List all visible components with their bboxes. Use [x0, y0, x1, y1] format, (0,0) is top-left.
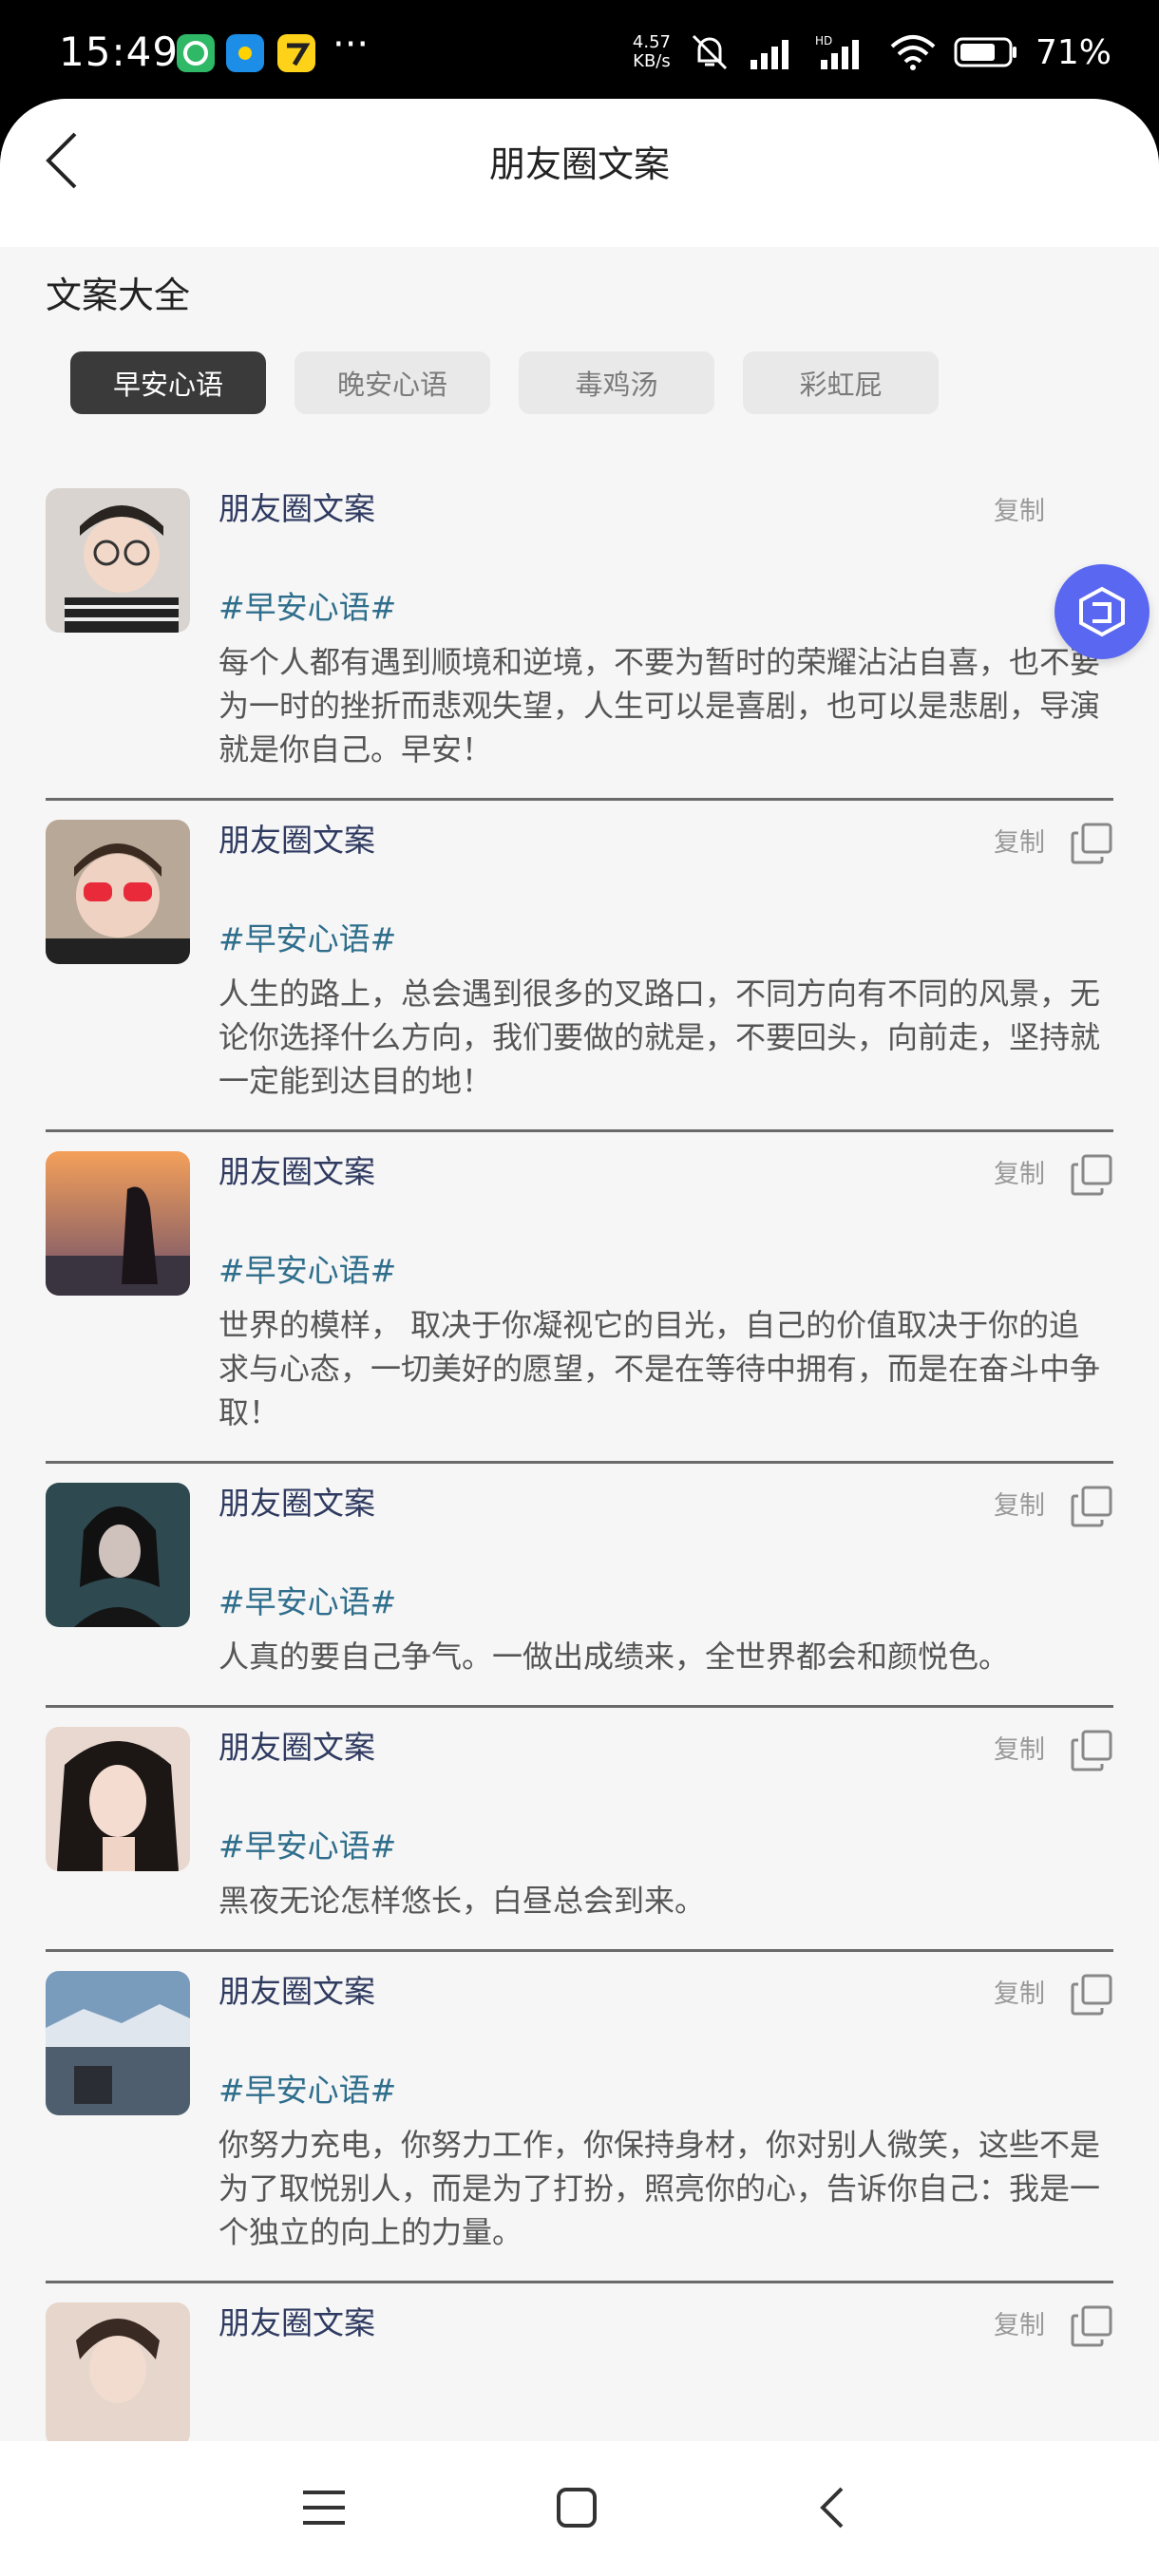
- copy-button[interactable]: 复制: [994, 490, 1045, 527]
- quote-list: 复制 朋友圈文案 #早安心语# 每个人都有遇到顺境和逆境，不要为暂时的荣耀沾沾自…: [0, 469, 1159, 2441]
- wifi-icon: [890, 35, 936, 70]
- copy-button[interactable]: 复制: [994, 2304, 1045, 2341]
- tab-rainbow[interactable]: 彩虹屁: [743, 351, 939, 414]
- item-text: 你努力充电，你努力工作，你保持身材，你对别人微笑，这些不是为了取悦别人，而是为了…: [218, 2127, 1101, 2250]
- section-title: 文案大全: [46, 275, 191, 316]
- list-item: 复制 朋友圈文案 #早安心语# 人真的要自己争气。一做出成绩来，全世界都会和颜悦…: [46, 1464, 1113, 1708]
- item-text: 人真的要自己争气。一做出成绩来，全世界都会和颜悦色。: [218, 1638, 1010, 1675]
- wechat-notification-icon: [177, 34, 215, 72]
- app-screen: 朋友圈文案 文案大全 早安心语 晚安心语 毒鸡汤 彩虹屁 复制 朋友圈文案 #早…: [0, 99, 1159, 2441]
- nav-home-button[interactable]: [534, 2470, 619, 2546]
- status-right-group: 4.57 KB/s HD 71%: [633, 30, 1112, 74]
- battery-percent: 71%: [1035, 32, 1112, 72]
- item-text: 黑夜无论怎样悠长，白昼总会到来。: [218, 1883, 706, 1919]
- item-tag: #早安心语#: [218, 2072, 397, 2109]
- network-speed-unit: KB/s: [633, 51, 671, 71]
- list-item: 复制 朋友圈文案 #早安心语# 人生的路上，总会遇到很多的叉路口，不同方向有不同…: [46, 801, 1113, 1132]
- status-bar: 15:49 ··· 4.57 KB/s HD 71%: [0, 0, 1159, 106]
- svg-text:HD: HD: [815, 34, 832, 47]
- copy-icon[interactable]: [1070, 1729, 1113, 1772]
- app-notification-icon: [226, 34, 264, 72]
- avatar: [46, 1151, 190, 1296]
- item-content: 朋友圈文案 #早安心语# 人生的路上，总会遇到很多的叉路口，不同方向有不同的风景…: [218, 801, 1113, 1103]
- copy-icon[interactable]: [1070, 1973, 1113, 2017]
- battery-icon: [954, 37, 1016, 67]
- page-title: 朋友圈文案: [488, 143, 670, 185]
- item-content: 朋友圈文案: [218, 2283, 1113, 2441]
- avatar: [46, 1971, 190, 2115]
- item-author: 朋友圈文案: [218, 2304, 375, 2341]
- more-notifications-icon: ···: [332, 23, 370, 66]
- network-speed-value: 4.57: [632, 32, 671, 52]
- copy-button[interactable]: 复制: [994, 1153, 1045, 1190]
- copy-icon[interactable]: [1070, 1485, 1113, 1528]
- nav-menu-button[interactable]: [281, 2470, 367, 2546]
- list-item: 复制 朋友圈文案 #早安心语# 世界的模样， 取决于你凝视它的目光，自己的价值取…: [46, 1132, 1113, 1464]
- copy-button[interactable]: 复制: [994, 1485, 1045, 1522]
- status-time: 15:49: [59, 28, 180, 75]
- list-item: 复制 朋友圈文案 #早安心语# 每个人都有遇到顺境和逆境，不要为暂时的荣耀沾沾自…: [46, 469, 1113, 801]
- item-content: 朋友圈文案 #早安心语# 黑夜无论怎样悠长，白昼总会到来。: [218, 1708, 1113, 1923]
- system-nav-bar: [0, 2441, 1159, 2576]
- item-tag: #早安心语#: [218, 920, 397, 957]
- copy-icon[interactable]: [1070, 1153, 1113, 1197]
- tab-night[interactable]: 晚安心语: [294, 351, 490, 414]
- item-content: 朋友圈文案 #早安心语# 你努力充电，你努力工作，你保持身材，你对别人微笑，这些…: [218, 1952, 1113, 2254]
- item-text: 每个人都有遇到顺境和逆境，不要为暂时的荣耀沾沾自喜，也不要为一时的挫折而悲观失望…: [218, 644, 1101, 767]
- copy-button[interactable]: 复制: [994, 1973, 1045, 2010]
- copy-button[interactable]: 复制: [994, 822, 1045, 859]
- signal-icon: [750, 40, 788, 69]
- avatar: [46, 488, 190, 633]
- item-author: 朋友圈文案: [218, 822, 375, 859]
- home-square-icon: [557, 2488, 597, 2528]
- item-text: 人生的路上，总会遇到很多的叉路口，不同方向有不同的风景，无论你选择什么方向，我们…: [218, 975, 1101, 1099]
- avatar: [46, 2302, 190, 2441]
- item-author: 朋友圈文案: [218, 1153, 375, 1190]
- list-item: 复制 朋友圈文案 #早安心语# 黑夜无论怎样悠长，白昼总会到来。: [46, 1708, 1113, 1952]
- category-tabs: 早安心语 晚安心语 毒鸡汤 彩虹屁: [70, 351, 939, 414]
- item-author: 朋友圈文案: [218, 1485, 375, 1522]
- copy-icon[interactable]: [1070, 822, 1113, 865]
- item-content: 朋友圈文案 #早安心语# 人真的要自己争气。一做出成绩来，全世界都会和颜悦色。: [218, 1464, 1113, 1678]
- hd-signal-icon: HD: [815, 34, 859, 69]
- avatar: [46, 1727, 190, 1871]
- nav-back-button[interactable]: [788, 2470, 874, 2546]
- item-tag: [218, 2399, 1113, 2441]
- mute-bell-icon: [692, 34, 728, 70]
- item-text: 世界的模样， 取决于你凝视它的目光，自己的价值取决于你的追求与心态，一切美好的愿…: [218, 1307, 1101, 1430]
- item-tag: #早安心语#: [218, 1828, 397, 1865]
- list-item: 复制 朋友圈文案 #早安心语# 你努力充电，你努力工作，你保持身材，你对别人微笑…: [46, 1952, 1113, 2283]
- tab-toxic-soup[interactable]: 毒鸡汤: [519, 351, 714, 414]
- copy-icon[interactable]: [1070, 2304, 1113, 2348]
- copy-button[interactable]: 复制: [994, 1729, 1045, 1766]
- item-tag: #早安心语#: [218, 1252, 397, 1289]
- item-tag: #早安心语#: [218, 1583, 397, 1620]
- back-arrow-icon: [820, 2487, 844, 2529]
- network-speed: 4.57 KB/s: [633, 33, 671, 71]
- avatar: [46, 820, 190, 964]
- item-author: 朋友圈文案: [218, 490, 375, 527]
- qimao-notification-icon: [277, 34, 315, 72]
- floating-assistant-button[interactable]: [1054, 564, 1150, 659]
- header: 朋友圈文案: [0, 99, 1159, 247]
- tab-morning[interactable]: 早安心语: [70, 351, 266, 414]
- item-content: 朋友圈文案 #早安心语# 每个人都有遇到顺境和逆境，不要为暂时的荣耀沾沾自喜，也…: [218, 469, 1113, 771]
- menu-icon: [303, 2491, 345, 2525]
- avatar: [46, 1483, 190, 1627]
- item-tag: #早安心语#: [218, 589, 397, 626]
- item-author: 朋友圈文案: [218, 1729, 375, 1766]
- list-item: 复制 朋友圈文案: [46, 2283, 1113, 2441]
- item-content: 朋友圈文案 #早安心语# 世界的模样， 取决于你凝视它的目光，自己的价值取决于你…: [218, 1132, 1113, 1434]
- cube-icon: [1079, 586, 1125, 637]
- item-author: 朋友圈文案: [218, 1973, 375, 2010]
